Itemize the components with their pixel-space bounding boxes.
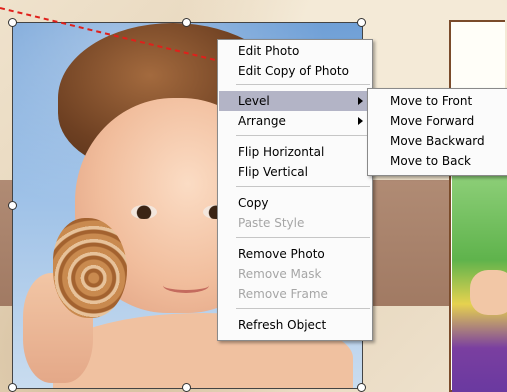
submenu-arrow-icon	[358, 117, 363, 125]
seashell	[53, 218, 127, 318]
menu-item-copy[interactable]: Copy	[219, 193, 371, 213]
menu-item-label: Copy	[238, 196, 269, 210]
menu-separator	[236, 135, 370, 136]
menu-item-label: Arrange	[238, 114, 286, 128]
menu-item-refresh-object[interactable]: Refresh Object	[219, 315, 371, 335]
menu-item-paste-style: Paste Style	[219, 213, 371, 233]
menu-item-label: Flip Vertical	[238, 165, 308, 179]
menu-item-remove-photo[interactable]: Remove Photo	[219, 244, 371, 264]
menu-item-label: Remove Frame	[238, 287, 328, 301]
menu-item-label: Level	[238, 94, 270, 108]
resize-handle-left[interactable]	[8, 201, 17, 210]
submenu-item-label: Move Backward	[390, 134, 485, 148]
menu-separator	[236, 237, 370, 238]
submenu-arrow-icon	[358, 97, 363, 105]
menu-item-flip-horizontal[interactable]: Flip Horizontal	[219, 142, 371, 162]
photo-left-eye	[131, 205, 157, 219]
menu-item-edit-copy-of-photo[interactable]: Edit Copy of Photo	[219, 61, 371, 81]
submenu-item-label: Move to Front	[390, 94, 473, 108]
submenu-item-move-backward[interactable]: Move Backward	[369, 131, 507, 151]
submenu-item-move-forward[interactable]: Move Forward	[369, 111, 507, 131]
submenu-item-move-to-back[interactable]: Move to Back	[369, 151, 507, 171]
level-submenu: Move to Front Move Forward Move Backward…	[367, 88, 507, 176]
menu-item-remove-mask: Remove Mask	[219, 264, 371, 284]
resize-handle-top-right[interactable]	[357, 18, 366, 27]
menu-item-label: Paste Style	[238, 216, 305, 230]
menu-separator	[236, 84, 370, 85]
menu-separator	[236, 186, 370, 187]
menu-item-level[interactable]: Level	[219, 91, 371, 111]
menu-item-flip-vertical[interactable]: Flip Vertical	[219, 162, 371, 182]
menu-item-label: Remove Photo	[238, 247, 325, 261]
menu-item-label: Edit Photo	[238, 44, 300, 58]
resize-handle-bottom[interactable]	[182, 383, 191, 392]
menu-item-label: Refresh Object	[238, 318, 327, 332]
menu-item-label: Remove Mask	[238, 267, 322, 281]
submenu-item-label: Move Forward	[390, 114, 475, 128]
menu-item-edit-photo[interactable]: Edit Photo	[219, 41, 371, 61]
resize-handle-bottom-right[interactable]	[357, 383, 366, 392]
menu-item-arrange[interactable]: Arrange	[219, 111, 371, 131]
secondary-photo-detail	[470, 270, 507, 315]
submenu-item-move-to-front[interactable]: Move to Front	[369, 91, 507, 111]
menu-separator	[236, 308, 370, 309]
menu-item-label: Edit Copy of Photo	[238, 64, 349, 78]
menu-item-remove-frame: Remove Frame	[219, 284, 371, 304]
menu-item-label: Flip Horizontal	[238, 145, 325, 159]
submenu-item-label: Move to Back	[390, 154, 471, 168]
context-menu: Edit Photo Edit Copy of Photo Level Arra…	[217, 39, 373, 341]
resize-handle-bottom-left[interactable]	[8, 383, 17, 392]
photo-mouth	[163, 278, 209, 293]
